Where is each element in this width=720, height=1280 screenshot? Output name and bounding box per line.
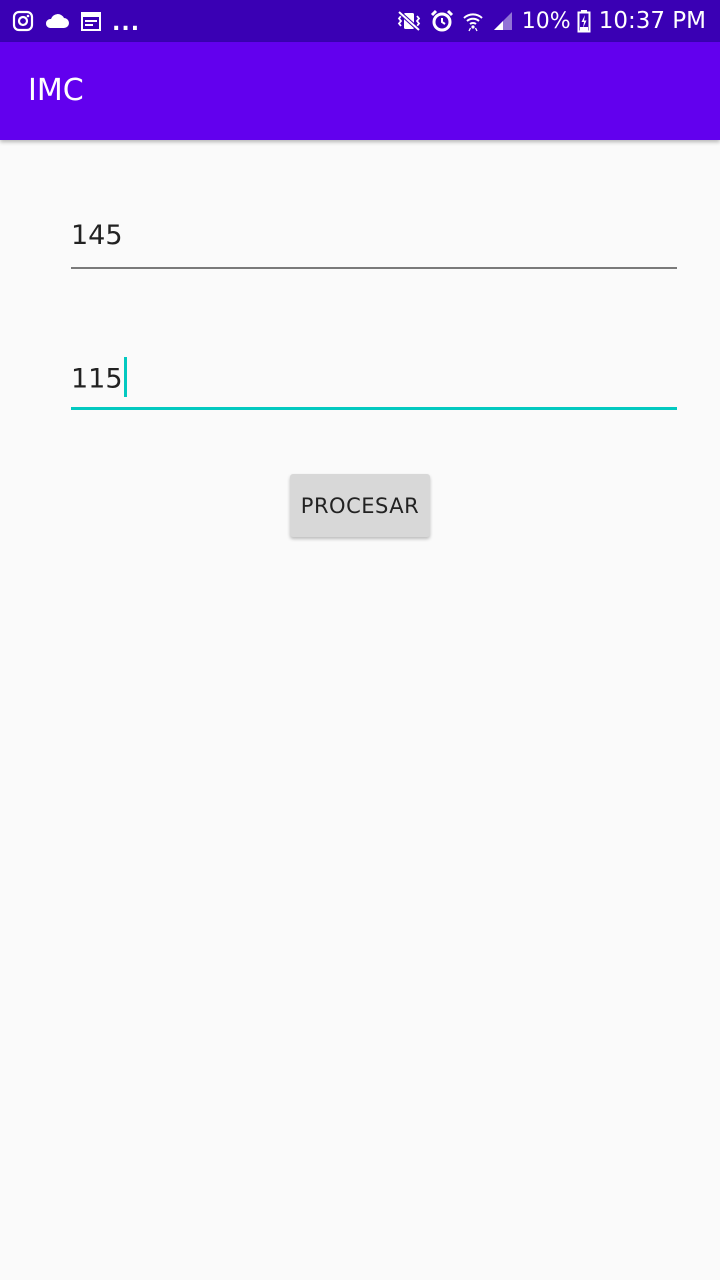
signal-icon [492, 10, 514, 32]
battery-charging-icon [577, 9, 591, 33]
battery-percent: 10% [521, 8, 571, 34]
calendar-icon [80, 10, 102, 32]
height-input-text: 115 [71, 357, 127, 400]
notification-icons: ... [12, 0, 140, 42]
height-input[interactable]: 115 [71, 352, 677, 412]
more-notifications-indicator: ... [112, 11, 141, 36]
weight-input-value: 145 [71, 220, 123, 251]
page-title: IMC [28, 73, 84, 108]
weight-input-underline [71, 267, 677, 269]
text-cursor [123, 357, 127, 397]
height-input-underline [71, 407, 677, 410]
instagram-icon [12, 10, 34, 32]
alarm-icon [430, 9, 454, 33]
app-screen: ... 10% 10:37 PM IMC 145 115 PROCESAR [0, 0, 720, 1280]
height-input-value: 115 [71, 363, 123, 395]
app-bar: IMC [0, 42, 720, 140]
system-icons: 10% 10:37 PM [396, 0, 706, 42]
status-bar: ... 10% 10:37 PM [0, 0, 720, 42]
process-button[interactable]: PROCESAR [290, 474, 430, 537]
wifi-icon [462, 10, 484, 32]
clock: 10:37 PM [598, 8, 706, 34]
cloud-icon [44, 11, 70, 31]
vibrate-mute-icon [396, 10, 422, 32]
weight-input[interactable]: 145 [71, 215, 677, 271]
